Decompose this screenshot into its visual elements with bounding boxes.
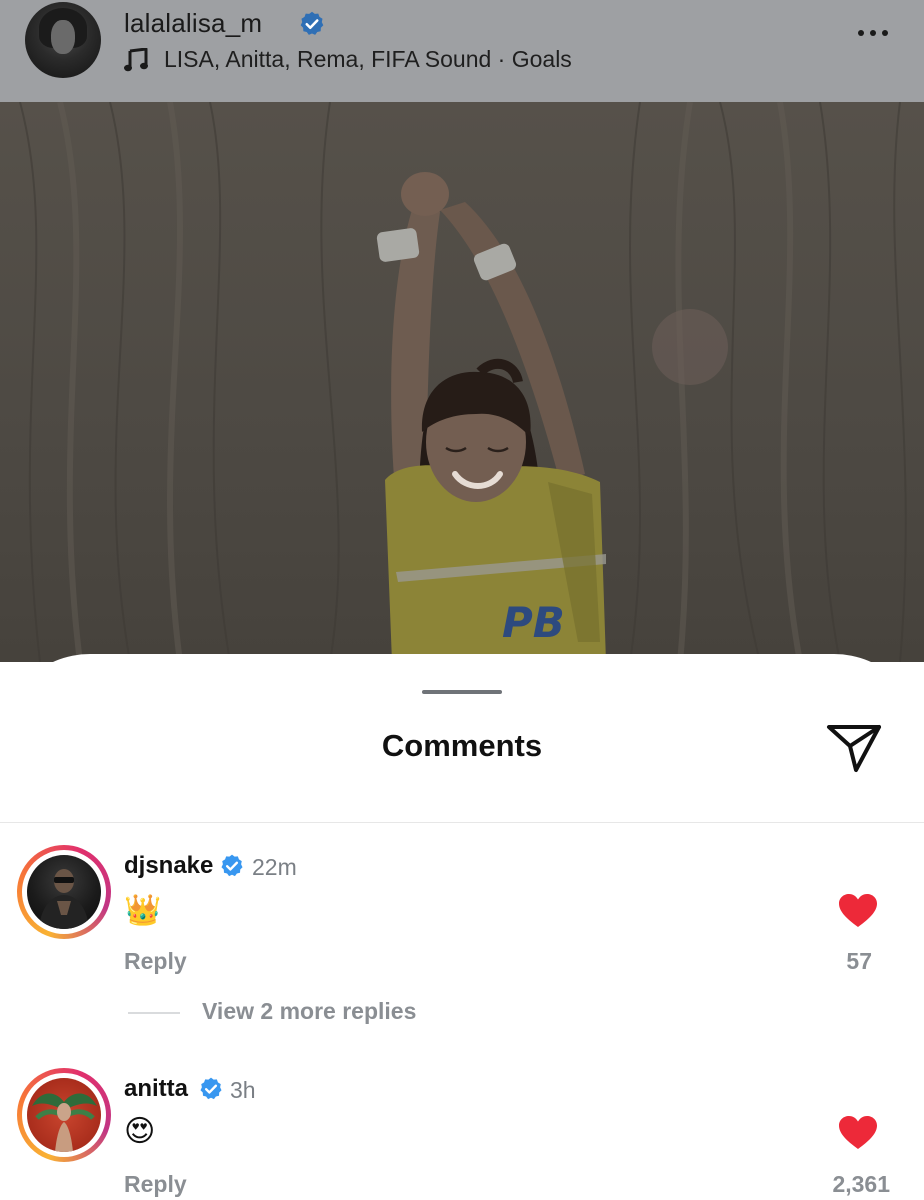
music-note-icon — [124, 47, 148, 71]
verified-badge-icon — [300, 11, 324, 35]
comments-title: Comments — [381, 728, 543, 763]
photo-illustration: PB — [19, 102, 907, 662]
like-count: 57 — [846, 948, 872, 974]
music-info[interactable]: LISA, Anitta, Rema, FIFA Sound · Goals — [124, 46, 572, 73]
comment-time: 3h — [230, 1077, 256, 1103]
post-header: lalalalisa_m LISA, Anitta, Rema, FIFA So… — [0, 0, 924, 102]
post-username[interactable]: lalalalisa_m — [124, 8, 262, 39]
send-icon[interactable] — [826, 722, 882, 774]
comment-time: 22m — [252, 854, 297, 880]
like-count: 2,361 — [832, 1171, 890, 1197]
comment-username[interactable]: djsnake — [124, 852, 213, 880]
reply-button[interactable]: Reply — [124, 948, 187, 975]
reply-button[interactable]: Reply — [124, 1171, 187, 1198]
sheet-divider — [0, 822, 924, 823]
comment-username[interactable]: anitta — [124, 1075, 188, 1103]
more-horizontal-icon[interactable] — [858, 30, 888, 36]
commenter-avatar[interactable] — [17, 1068, 111, 1162]
heart-icon[interactable] — [838, 1115, 878, 1151]
replies-line — [128, 1012, 180, 1014]
verified-badge-icon — [200, 1077, 222, 1100]
music-text: LISA, Anitta, Rema, FIFA Sound · Goals — [164, 46, 572, 72]
post-photo: PB — [0, 102, 924, 662]
comment-text: 😍 — [124, 1115, 156, 1148]
comment-text: 👑 — [124, 894, 162, 927]
avatar-image — [32, 1093, 97, 1152]
sheet-drag-handle[interactable] — [422, 690, 502, 694]
heart-icon[interactable] — [838, 893, 878, 929]
avatar-image — [39, 869, 89, 929]
jersey-print: PB — [502, 598, 565, 647]
profile-avatar[interactable] — [25, 2, 101, 78]
verified-badge-icon — [221, 854, 243, 877]
view-more-replies-button[interactable]: View 2 more replies — [202, 998, 416, 1025]
commenter-avatar[interactable] — [17, 845, 111, 939]
